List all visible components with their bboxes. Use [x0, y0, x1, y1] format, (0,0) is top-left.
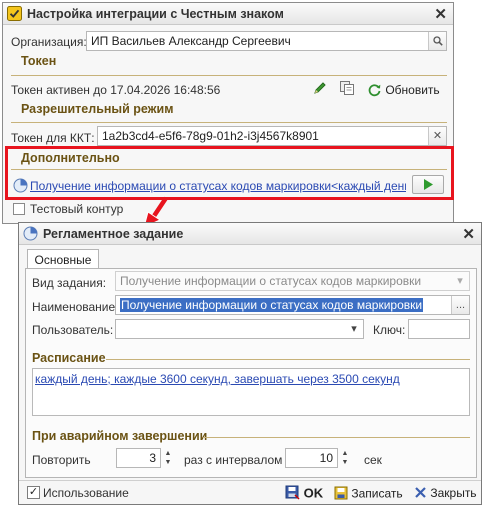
- job-window-title: Регламентное задание: [43, 227, 184, 241]
- key-label: Ключ:: [373, 323, 406, 337]
- schedule-section-title: Расписание: [32, 351, 106, 365]
- bottom-divider: [19, 480, 481, 481]
- refresh-icon: [367, 82, 382, 100]
- save-label: Записать: [351, 486, 403, 501]
- ok-label: OK: [303, 485, 324, 501]
- main-window-title: Настройка интеграции с Честным знаком: [27, 7, 284, 21]
- highlight-frame: [5, 146, 454, 200]
- name-field[interactable]: Получение информации о статусах кодов ма…: [115, 295, 470, 315]
- interval-label: раз с интервалом: [184, 453, 283, 467]
- org-search-icon[interactable]: [428, 32, 446, 50]
- scheduled-job-window: Регламентное задание ✕ Основные Вид зада…: [18, 222, 482, 505]
- kkt-token-label: Токен для ККТ:: [11, 131, 95, 145]
- main-close-icon[interactable]: ✕: [434, 5, 447, 23]
- user-dropdown-icon[interactable]: ▾: [345, 320, 363, 338]
- save-button[interactable]: Записать: [334, 486, 403, 503]
- interval-stepper[interactable]: ▲ ▼: [339, 449, 351, 468]
- job-type-dropdown-icon[interactable]: ▾: [451, 272, 469, 290]
- close-label: Закрыть: [430, 486, 477, 501]
- refresh-label: Обновить: [385, 83, 440, 98]
- copy-icon[interactable]: [339, 80, 355, 99]
- crash-section-title: При аварийном завершении: [32, 429, 208, 443]
- main-titlebar: Настройка интеграции с Честным знаком ✕: [3, 3, 453, 25]
- save-close-icon: [285, 485, 300, 503]
- user-field[interactable]: ▾: [115, 319, 364, 339]
- schedule-section-line: [106, 359, 470, 360]
- usage-label: Использование: [43, 486, 129, 500]
- name-value: Получение информации о статусах кодов ма…: [120, 298, 424, 312]
- job-type-label: Вид задания:: [32, 276, 107, 290]
- job-titlebar: Регламентное задание ✕: [19, 223, 481, 245]
- job-close-icon[interactable]: ✕: [462, 225, 475, 243]
- job-type-field[interactable]: Получение информации о статусах кодов ма…: [115, 271, 470, 291]
- edit-pencil-icon[interactable]: [313, 81, 327, 98]
- repeat-label: Повторить: [32, 453, 91, 467]
- usage-checkbox[interactable]: ✓: [27, 486, 40, 499]
- user-label: Пользователь:: [32, 323, 114, 337]
- kkt-token-value: 1a2b3cd4-e5f6-78g9-01h2-i3j4567k8901: [102, 129, 319, 143]
- key-field[interactable]: [408, 319, 470, 339]
- close-cross-icon: [414, 486, 427, 502]
- repeat-count-field[interactable]: 3: [116, 448, 161, 468]
- schedule-box[interactable]: каждый день; каждые 3600 секунд, заверша…: [32, 368, 470, 416]
- tab-main-label: Основные: [34, 253, 92, 267]
- org-field[interactable]: ИП Васильев Александр Сергеевич: [86, 31, 447, 51]
- app-logo-icon: [7, 6, 22, 21]
- crash-section-line: [203, 437, 470, 438]
- permissive-section-line: [11, 122, 447, 123]
- org-value: ИП Васильев Александр Сергеевич: [91, 34, 291, 48]
- repeat-count-value: 3: [149, 451, 156, 465]
- interval-field[interactable]: 10: [285, 448, 338, 468]
- refresh-button[interactable]: Обновить: [367, 82, 440, 100]
- test-contour-checkbox[interactable]: [13, 203, 25, 215]
- org-label: Организация:: [11, 35, 87, 49]
- close-button[interactable]: Закрыть: [414, 486, 477, 502]
- sec-label: сек: [364, 453, 382, 467]
- name-more-button[interactable]: ...: [451, 296, 469, 314]
- kkt-token-field[interactable]: 1a2b3cd4-e5f6-78g9-01h2-i3j4567k8901 ✕: [97, 126, 447, 146]
- token-section-line: [11, 75, 447, 76]
- permissive-section-title: Разрешительный режим: [21, 102, 174, 116]
- interval-value: 10: [319, 451, 333, 465]
- job-title-clock-icon: [23, 226, 38, 241]
- ok-button[interactable]: OK: [285, 485, 323, 503]
- repeat-stepper[interactable]: ▲ ▼: [162, 449, 174, 468]
- test-contour-label: Тестовый контур: [30, 202, 124, 216]
- token-status-text: Токен активен до 17.04.2026 16:48:56: [11, 83, 221, 97]
- tab-main[interactable]: Основные: [27, 249, 99, 269]
- job-type-value: Получение информации о статусах кодов ма…: [120, 274, 422, 288]
- schedule-link[interactable]: каждый день; каждые 3600 секунд, заверша…: [35, 372, 400, 386]
- name-label: Наименование:: [32, 300, 119, 314]
- token-section-title: Токен: [21, 54, 57, 68]
- kkt-clear-icon[interactable]: ✕: [428, 127, 446, 145]
- save-icon: [334, 486, 348, 503]
